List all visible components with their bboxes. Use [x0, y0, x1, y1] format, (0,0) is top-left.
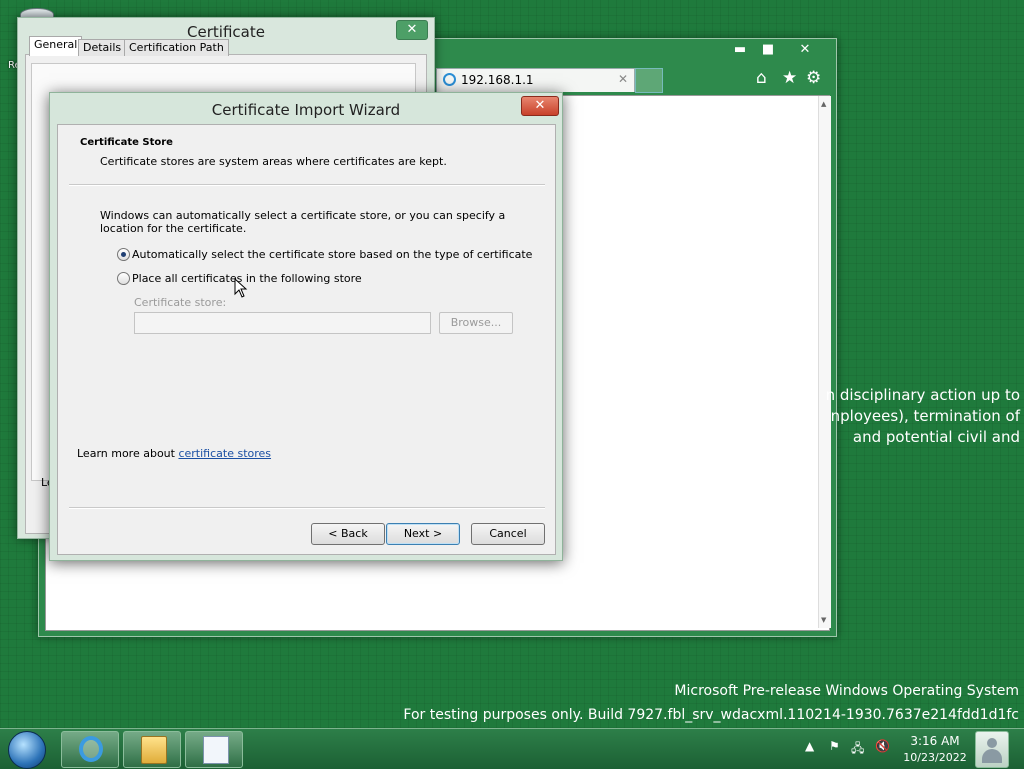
ie-icon: [443, 73, 456, 86]
action-center-flag-icon[interactable]: ⚑: [829, 739, 840, 753]
browse-button[interactable]: Browse...: [439, 312, 513, 334]
tab-details[interactable]: Details: [78, 39, 127, 56]
divider: [69, 507, 545, 509]
network-icon[interactable]: 🖧: [851, 739, 864, 760]
tab-title: 192.168.1.1: [461, 73, 534, 87]
wizard-title: Certificate Import Wizard: [211, 101, 401, 119]
clock-time[interactable]: 3:16 AM: [900, 734, 970, 748]
start-button[interactable]: [6, 730, 46, 769]
taskbar-windows-explorer[interactable]: [123, 731, 181, 768]
maximize-button[interactable]: ■: [755, 41, 781, 59]
minimize-button[interactable]: ▬: [729, 41, 751, 59]
page-text: n disciplinary action up to nployees), t…: [780, 385, 1020, 448]
watermark-line: Microsoft Pre-release Windows Operating …: [674, 683, 1019, 699]
mouse-cursor-icon: [234, 278, 248, 298]
section-subheading: Certificate stores are system areas wher…: [100, 155, 447, 168]
certificate-import-wizard: Certificate Import Wizard ✕ Certificate …: [49, 92, 563, 561]
close-button[interactable]: ✕: [521, 96, 559, 116]
auto-store-label[interactable]: Automatically select the certificate sto…: [132, 248, 532, 261]
document-icon: [203, 736, 229, 764]
learn-more-text: Learn more about certificate stores: [77, 447, 271, 460]
show-hidden-icons-icon[interactable]: ▲: [805, 739, 814, 753]
watermark-line: For testing purposes only. Build 7927.fb…: [403, 707, 1019, 723]
windows-logo-icon: [8, 731, 46, 769]
folder-icon: [141, 736, 167, 764]
tab-general[interactable]: General: [29, 36, 83, 56]
vertical-scrollbar[interactable]: ▲ ▼: [818, 96, 831, 628]
page-text-line: nployees), termination of: [830, 407, 1020, 425]
certificate-store-label: Certificate store:: [134, 296, 227, 309]
manual-store-radio[interactable]: [117, 272, 130, 285]
tools-gear-icon[interactable]: ⚙: [806, 68, 821, 88]
taskbar-document[interactable]: [185, 731, 243, 768]
taskbar: ▲ ⚑ 🖧 🔇 3:16 AM 10/23/2022: [0, 728, 1024, 769]
scroll-down-icon[interactable]: ▼: [821, 616, 826, 624]
auto-store-radio[interactable]: [117, 248, 130, 261]
page-text-line: n disciplinary action up to: [825, 386, 1020, 404]
close-button[interactable]: ✕: [787, 41, 823, 59]
certificate-store-input[interactable]: [134, 312, 431, 334]
home-icon[interactable]: ⌂: [756, 68, 767, 88]
tab-certification-path[interactable]: Certification Path: [124, 39, 229, 56]
divider: [69, 184, 545, 186]
close-button[interactable]: ✕: [396, 20, 428, 40]
next-button[interactable]: Next >: [386, 523, 460, 545]
taskbar-internet-explorer[interactable]: [61, 731, 119, 768]
user-account-icon[interactable]: [975, 731, 1009, 768]
scroll-up-icon[interactable]: ▲: [821, 100, 826, 108]
wizard-body: Certificate Store Certificate stores are…: [57, 124, 556, 555]
favorites-icon[interactable]: ★: [782, 68, 797, 88]
section-heading: Certificate Store: [80, 137, 173, 148]
cancel-button[interactable]: Cancel: [471, 523, 545, 545]
radio-selected-dot: [121, 252, 126, 257]
volume-muted-icon[interactable]: 🔇: [875, 739, 890, 753]
certificate-stores-link[interactable]: certificate stores: [178, 447, 271, 460]
page-text-line: and potential civil and: [852, 428, 1020, 446]
clock-date[interactable]: 10/23/2022: [900, 751, 970, 764]
back-button[interactable]: < Back: [311, 523, 385, 545]
internet-explorer-icon: [79, 736, 103, 762]
tab-close-icon[interactable]: ✕: [618, 72, 628, 86]
learn-more-prefix: Learn more about: [77, 447, 179, 460]
description-text: Windows can automatically select a certi…: [100, 209, 506, 235]
browser-toolbar: ⌂ ★ ⚙: [752, 68, 832, 90]
new-tab-button[interactable]: [635, 68, 663, 93]
browser-tab[interactable]: 192.168.1.1 ✕: [436, 68, 635, 92]
